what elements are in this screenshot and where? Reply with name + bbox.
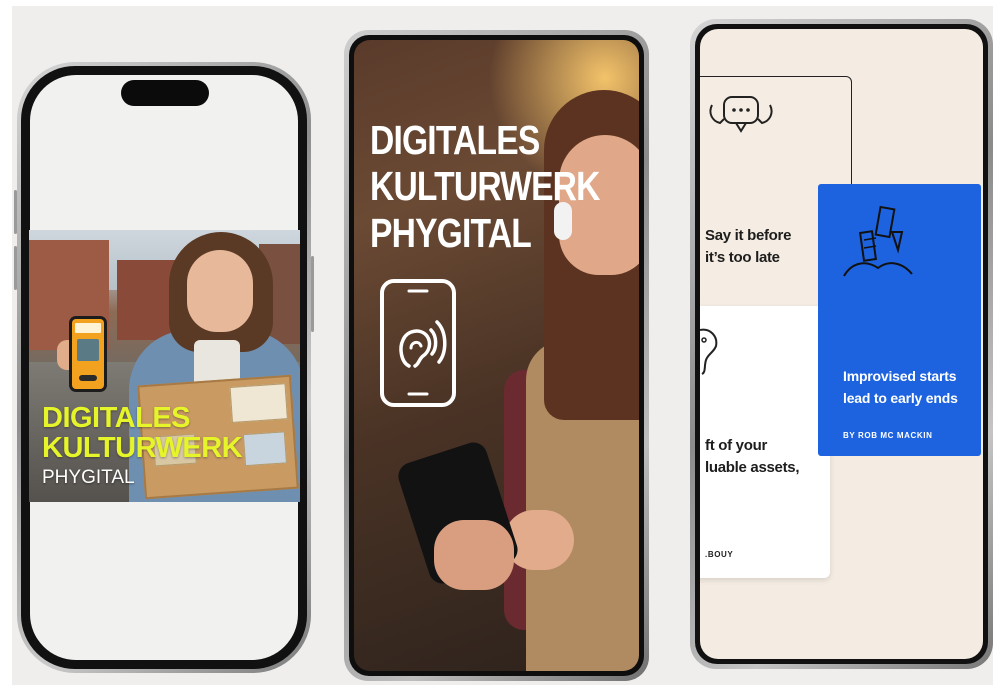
card-b-text-line2: luable assets, — [705, 459, 800, 476]
hand — [434, 520, 514, 590]
promo-title-line1: DIGITALES — [42, 402, 191, 434]
volume-button — [14, 190, 17, 234]
card-b-byline: .BOUY — [705, 550, 734, 559]
card-c-text-line2: lead to early ends — [843, 390, 958, 406]
title-line2: KULTURWERK — [370, 163, 600, 209]
postcard — [229, 383, 288, 423]
power-button — [311, 256, 314, 332]
phone-ear-icon — [380, 279, 456, 407]
building — [117, 260, 177, 340]
held-phone — [69, 316, 107, 392]
volume-button — [14, 246, 17, 290]
phone-screen — [700, 29, 983, 659]
android-mockup: DIGITALES KULTURWERK PHYGITAL — [344, 30, 649, 681]
held-phone-screen — [72, 319, 104, 389]
head-profile-icon — [700, 328, 718, 375]
card-a-text-line1: Say it before — [705, 227, 792, 244]
held-phone-artwork — [77, 339, 99, 361]
postcard — [242, 431, 287, 467]
dynamic-island — [121, 80, 209, 106]
person-face — [187, 250, 253, 332]
promo-title-line2: KULTURWERK — [42, 432, 243, 464]
pencils-icon — [843, 205, 913, 277]
promo-subtitle: PHYGITAL — [42, 467, 135, 488]
quote-card-blue — [818, 184, 981, 456]
card-a-text-line2: it’s too late — [705, 249, 780, 266]
held-phone-button — [79, 375, 97, 381]
held-phone-text — [75, 323, 101, 333]
card-b-text-line1: ft of your — [705, 437, 767, 454]
speech-hands-icon — [709, 96, 773, 133]
title-line3: PHYGITAL — [370, 210, 532, 256]
card-c-byline: BY ROB MC MACKIN — [843, 431, 933, 440]
phone-screen: DIGITALES KULTURWERK PHYGITAL — [354, 40, 639, 671]
card-c-text-line1: Improvised starts — [843, 368, 957, 384]
phone-mockup-cards — [690, 19, 993, 669]
title-line1: DIGITALES — [370, 117, 540, 163]
